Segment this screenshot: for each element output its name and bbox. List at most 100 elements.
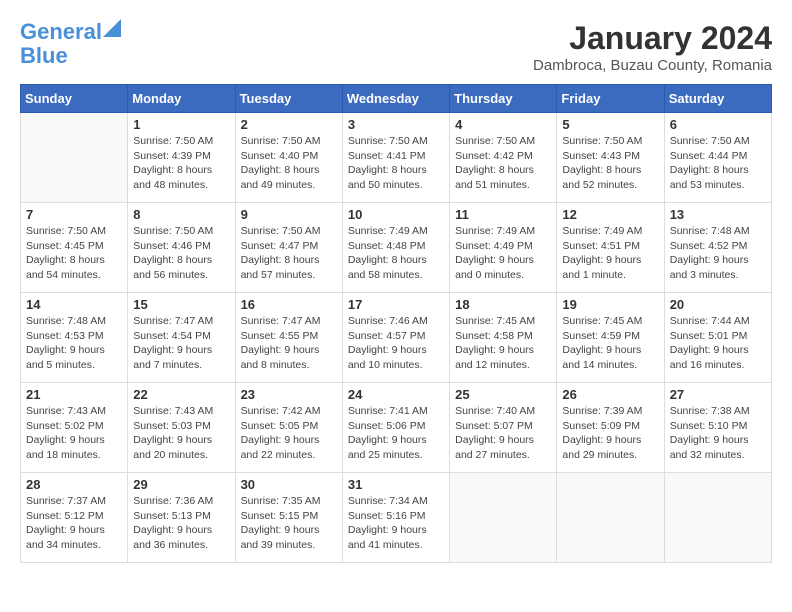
calendar-cell: 19 Sunrise: 7:45 AMSunset: 4:59 PMDayligh… [557, 293, 664, 383]
day-number: 25 [455, 387, 551, 402]
day-info: Sunrise: 7:50 AMSunset: 4:42 PMDaylight:… [455, 134, 551, 193]
calendar-cell [21, 113, 128, 203]
calendar-cell: 7 Sunrise: 7:50 AMSunset: 4:45 PMDaylight… [21, 203, 128, 293]
calendar-cell: 24 Sunrise: 7:41 AMSunset: 5:06 PMDayligh… [342, 383, 449, 473]
calendar-header-thursday: Thursday [450, 85, 557, 113]
day-info: Sunrise: 7:50 AMSunset: 4:45 PMDaylight:… [26, 224, 122, 283]
day-info: Sunrise: 7:49 AMSunset: 4:48 PMDaylight:… [348, 224, 444, 283]
calendar-cell: 12 Sunrise: 7:49 AMSunset: 4:51 PMDayligh… [557, 203, 664, 293]
day-number: 30 [241, 477, 337, 492]
calendar-table: SundayMondayTuesdayWednesdayThursdayFrid… [20, 84, 772, 563]
day-number: 17 [348, 297, 444, 312]
calendar-cell: 20Sunrise: 7:44 AMSunset: 5:01 PMDayligh… [664, 293, 771, 383]
month-title: January 2024 [533, 20, 772, 57]
day-info: Sunrise: 7:50 AMSunset: 4:40 PMDaylight:… [241, 134, 337, 193]
day-number: 8 [133, 207, 229, 222]
day-number: 28 [26, 477, 122, 492]
calendar-cell: 14 Sunrise: 7:48 AMSunset: 4:53 PMDayligh… [21, 293, 128, 383]
day-number: 3 [348, 117, 444, 132]
location: Dambroca, Buzau County, Romania [533, 57, 772, 74]
day-info: Sunrise: 7:47 AMSunset: 4:55 PMDaylight:… [241, 314, 337, 373]
day-info: Sunrise: 7:48 AMSunset: 4:53 PMDaylight:… [26, 314, 122, 373]
day-info: Sunrise: 7:43 AMSunset: 5:03 PMDaylight:… [133, 404, 229, 463]
week-row-1: 1Sunrise: 7:50 AMSunset: 4:39 PMDaylight… [21, 113, 772, 203]
day-number: 21 [26, 387, 122, 402]
day-info: Sunrise: 7:42 AMSunset: 5:05 PMDaylight:… [241, 404, 337, 463]
calendar-cell: 2Sunrise: 7:50 AMSunset: 4:40 PMDaylight… [235, 113, 342, 203]
logo: General Blue [20, 20, 121, 68]
calendar-header-sunday: Sunday [21, 85, 128, 113]
day-number: 9 [241, 207, 337, 222]
day-number: 14 [26, 297, 122, 312]
calendar-cell: 16 Sunrise: 7:47 AMSunset: 4:55 PMDayligh… [235, 293, 342, 383]
day-info: Sunrise: 7:50 AMSunset: 4:47 PMDaylight:… [241, 224, 337, 283]
day-info: Sunrise: 7:50 AMSunset: 4:46 PMDaylight:… [133, 224, 229, 283]
calendar-cell: 31 Sunrise: 7:34 AMSunset: 5:16 PMDayligh… [342, 473, 449, 563]
calendar-cell: 3 Sunrise: 7:50 AMSunset: 4:41 PMDaylight… [342, 113, 449, 203]
day-info: Sunrise: 7:41 AMSunset: 5:06 PMDaylight:… [348, 404, 444, 463]
day-info: Sunrise: 7:35 AMSunset: 5:15 PMDaylight:… [241, 494, 337, 553]
day-info: Sunrise: 7:40 AMSunset: 5:07 PMDaylight:… [455, 404, 551, 463]
day-number: 10 [348, 207, 444, 222]
day-number: 18 [455, 297, 551, 312]
week-row-3: 14 Sunrise: 7:48 AMSunset: 4:53 PMDayligh… [21, 293, 772, 383]
calendar-header-saturday: Saturday [664, 85, 771, 113]
day-info: Sunrise: 7:43 AMSunset: 5:02 PMDaylight:… [26, 404, 122, 463]
calendar-cell [450, 473, 557, 563]
calendar-cell: 15 Sunrise: 7:47 AMSunset: 4:54 PMDayligh… [128, 293, 235, 383]
calendar-cell: 27 Sunrise: 7:38 AMSunset: 5:10 PMDayligh… [664, 383, 771, 473]
calendar-cell: 26Sunrise: 7:39 AMSunset: 5:09 PMDayligh… [557, 383, 664, 473]
day-number: 23 [241, 387, 337, 402]
calendar-cell: 17 Sunrise: 7:46 AMSunset: 4:57 PMDayligh… [342, 293, 449, 383]
day-number: 4 [455, 117, 551, 132]
calendar-cell: 21 Sunrise: 7:43 AMSunset: 5:02 PMDayligh… [21, 383, 128, 473]
day-info: Sunrise: 7:45 AMSunset: 4:58 PMDaylight:… [455, 314, 551, 373]
calendar-cell: 18 Sunrise: 7:45 AMSunset: 4:58 PMDayligh… [450, 293, 557, 383]
day-info: Sunrise: 7:37 AMSunset: 5:12 PMDaylight:… [26, 494, 122, 553]
day-info: Sunrise: 7:48 AMSunset: 4:52 PMDaylight:… [670, 224, 766, 283]
calendar-cell: 5Sunrise: 7:50 AMSunset: 4:43 PMDaylight… [557, 113, 664, 203]
title-area: January 2024 Dambroca, Buzau County, Rom… [533, 20, 772, 74]
calendar-cell: 23 Sunrise: 7:42 AMSunset: 5:05 PMDayligh… [235, 383, 342, 473]
day-info: Sunrise: 7:47 AMSunset: 4:54 PMDaylight:… [133, 314, 229, 373]
day-number: 13 [670, 207, 766, 222]
day-number: 26 [562, 387, 658, 402]
day-number: 27 [670, 387, 766, 402]
calendar-cell: 6Sunrise: 7:50 AMSunset: 4:44 PMDaylight… [664, 113, 771, 203]
day-number: 31 [348, 477, 444, 492]
day-number: 12 [562, 207, 658, 222]
day-info: Sunrise: 7:50 AMSunset: 4:41 PMDaylight:… [348, 134, 444, 193]
day-number: 16 [241, 297, 337, 312]
day-number: 7 [26, 207, 122, 222]
logo-icon [103, 19, 121, 37]
day-number: 19 [562, 297, 658, 312]
week-row-4: 21 Sunrise: 7:43 AMSunset: 5:02 PMDayligh… [21, 383, 772, 473]
day-number: 24 [348, 387, 444, 402]
calendar-header-tuesday: Tuesday [235, 85, 342, 113]
day-info: Sunrise: 7:49 AMSunset: 4:51 PMDaylight:… [562, 224, 658, 283]
calendar-cell: 29Sunrise: 7:36 AMSunset: 5:13 PMDayligh… [128, 473, 235, 563]
day-info: Sunrise: 7:46 AMSunset: 4:57 PMDaylight:… [348, 314, 444, 373]
day-number: 11 [455, 207, 551, 222]
week-row-5: 28 Sunrise: 7:37 AMSunset: 5:12 PMDayligh… [21, 473, 772, 563]
day-number: 20 [670, 297, 766, 312]
calendar-cell: 11Sunrise: 7:49 AMSunset: 4:49 PMDayligh… [450, 203, 557, 293]
day-number: 15 [133, 297, 229, 312]
calendar-header-row: SundayMondayTuesdayWednesdayThursdayFrid… [21, 85, 772, 113]
calendar-cell: 10 Sunrise: 7:49 AMSunset: 4:48 PMDayligh… [342, 203, 449, 293]
calendar-cell: 25 Sunrise: 7:40 AMSunset: 5:07 PMDayligh… [450, 383, 557, 473]
day-number: 1 [133, 117, 229, 132]
day-number: 22 [133, 387, 229, 402]
calendar-cell: 22 Sunrise: 7:43 AMSunset: 5:03 PMDayligh… [128, 383, 235, 473]
day-info: Sunrise: 7:45 AMSunset: 4:59 PMDaylight:… [562, 314, 658, 373]
calendar-cell: 28 Sunrise: 7:37 AMSunset: 5:12 PMDayligh… [21, 473, 128, 563]
calendar-cell: 1Sunrise: 7:50 AMSunset: 4:39 PMDaylight… [128, 113, 235, 203]
week-row-2: 7 Sunrise: 7:50 AMSunset: 4:45 PMDaylight… [21, 203, 772, 293]
logo-text: General [20, 20, 102, 44]
day-number: 29 [133, 477, 229, 492]
day-info: Sunrise: 7:34 AMSunset: 5:16 PMDaylight:… [348, 494, 444, 553]
calendar-cell [664, 473, 771, 563]
day-info: Sunrise: 7:50 AMSunset: 4:44 PMDaylight:… [670, 134, 766, 193]
day-info: Sunrise: 7:38 AMSunset: 5:10 PMDaylight:… [670, 404, 766, 463]
calendar-cell: 4 Sunrise: 7:50 AMSunset: 4:42 PMDaylight… [450, 113, 557, 203]
